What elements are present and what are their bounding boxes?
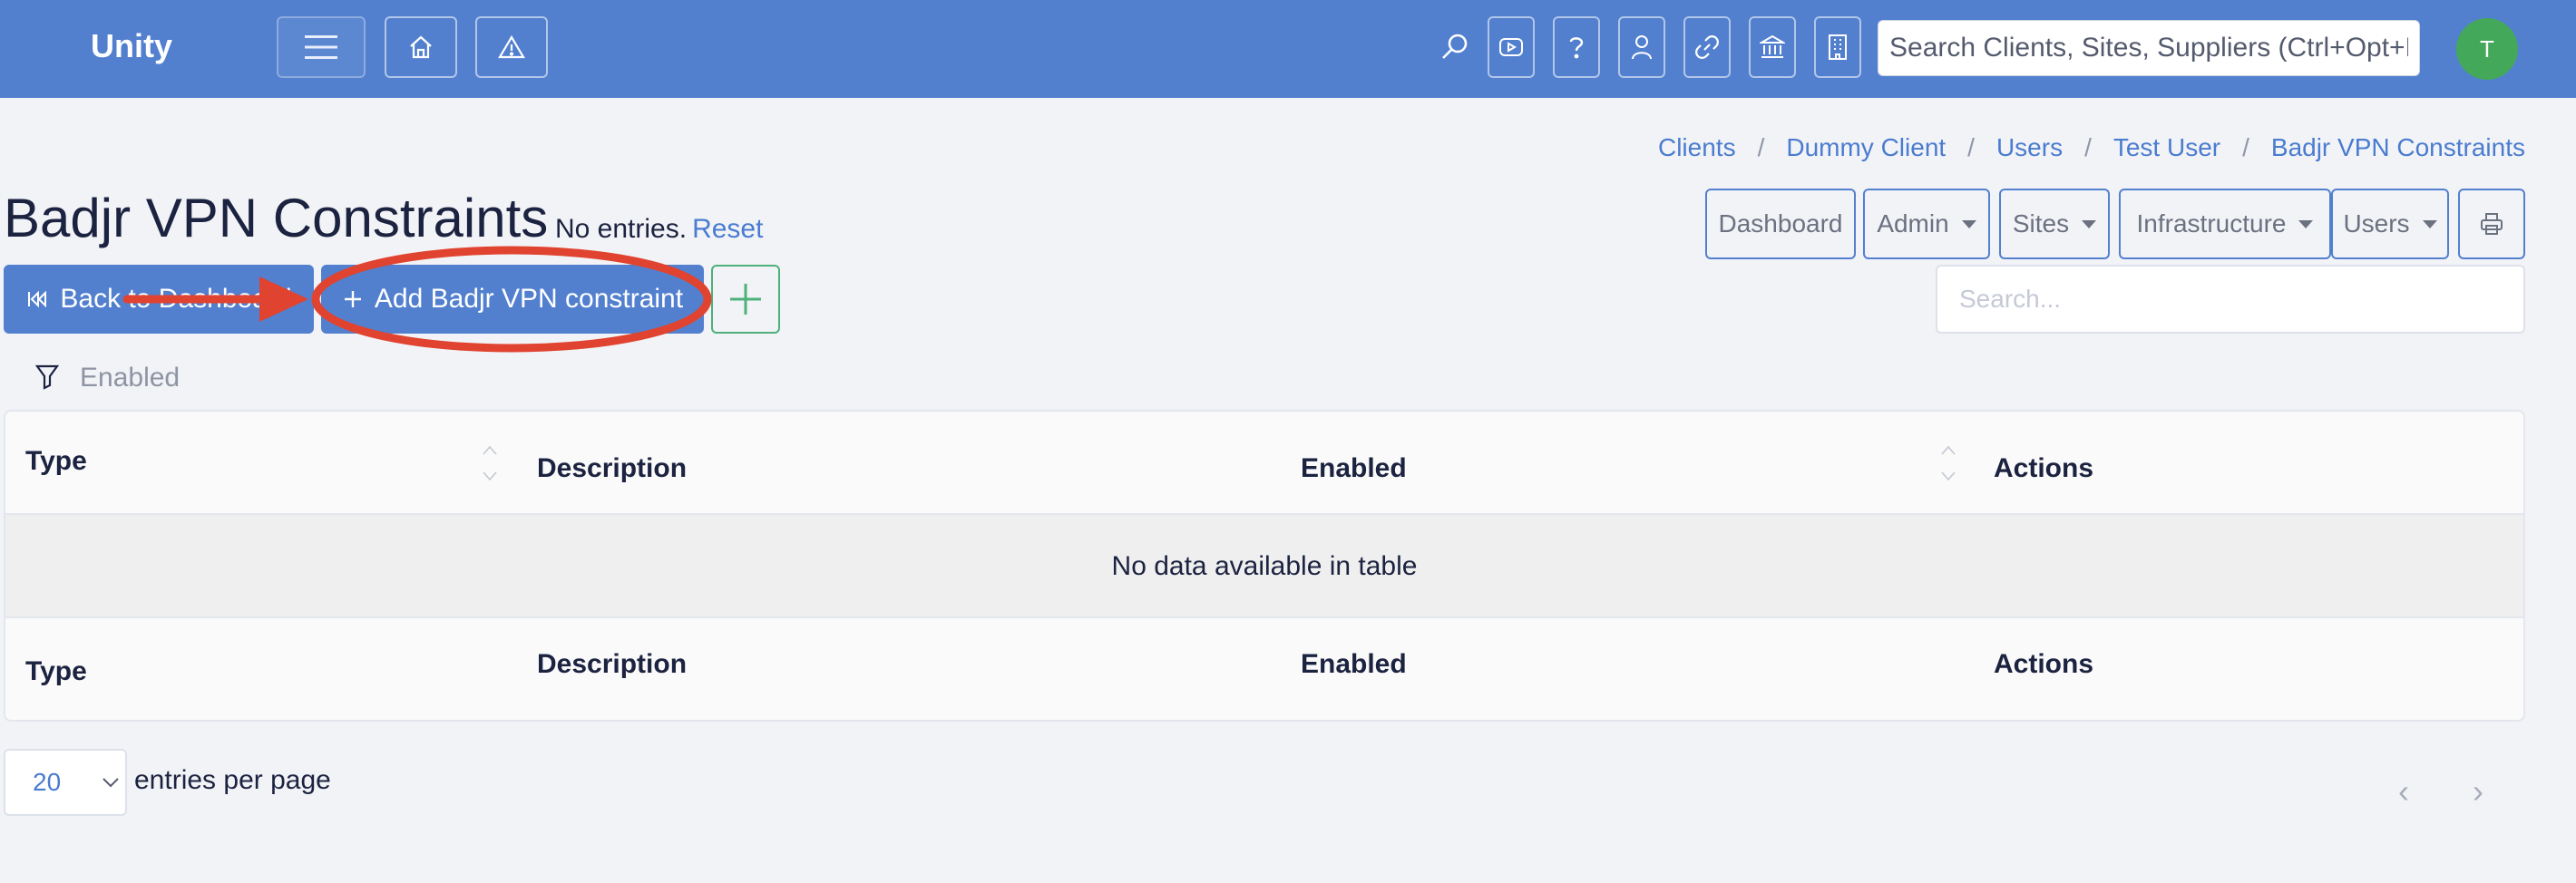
breadcrumb-users[interactable]: Users bbox=[1996, 133, 2063, 162]
video-button[interactable] bbox=[1488, 16, 1535, 78]
help-button[interactable] bbox=[1553, 16, 1600, 78]
breadcrumb-client[interactable]: Dummy Client bbox=[1786, 133, 1946, 162]
home-icon bbox=[410, 35, 432, 59]
warning-icon bbox=[498, 34, 525, 59]
infrastructure-label: Infrastructure bbox=[2136, 209, 2287, 238]
entries-note: No entries. Reset bbox=[555, 214, 763, 245]
reset-link[interactable]: Reset bbox=[692, 214, 763, 244]
column-header-type[interactable]: Type bbox=[25, 446, 87, 477]
person-icon bbox=[1632, 35, 1652, 60]
breadcrumb-separator: / bbox=[2084, 133, 2092, 161]
filter-icon[interactable] bbox=[34, 363, 60, 390]
breadcrumb: Clients / Dummy Client / Users / Test Us… bbox=[1658, 133, 2525, 162]
chevron-down-icon bbox=[102, 778, 119, 788]
dashboard-label: Dashboard bbox=[1718, 209, 1843, 238]
top-navbar: Unity Search Clients, Sites, Suppliers (… bbox=[0, 0, 2576, 98]
breadcrumb-separator: / bbox=[2242, 133, 2249, 161]
sort-icon[interactable] bbox=[481, 442, 499, 484]
quick-add-button[interactable] bbox=[711, 265, 780, 334]
filter-enabled-label[interactable]: Enabled bbox=[80, 363, 180, 393]
caret-down-icon bbox=[1961, 219, 1976, 228]
previous-page-button[interactable]: ‹ bbox=[2398, 772, 2409, 810]
brand-logo[interactable]: Unity bbox=[91, 27, 172, 65]
footer-header-enabled: Enabled bbox=[1301, 649, 1407, 679]
caret-down-icon bbox=[2422, 219, 2437, 228]
add-label: Add Badjr VPN constraint bbox=[374, 284, 684, 314]
profile-button[interactable] bbox=[1618, 16, 1665, 78]
printer-icon bbox=[2481, 213, 2503, 235]
users-dropdown[interactable]: Users bbox=[2331, 189, 2449, 259]
plus-icon bbox=[730, 284, 761, 315]
bank-icon bbox=[1760, 34, 1785, 58]
building-icon bbox=[1829, 34, 1847, 60]
breadcrumb-current[interactable]: Badjr VPN Constraints bbox=[2271, 133, 2525, 162]
home-button[interactable] bbox=[385, 16, 457, 78]
print-button[interactable] bbox=[2458, 189, 2525, 259]
breadcrumb-clients[interactable]: Clients bbox=[1658, 133, 1736, 162]
rewind-icon bbox=[28, 290, 47, 308]
menu-toggle-button[interactable] bbox=[277, 16, 366, 78]
admin-label: Admin bbox=[1877, 209, 1949, 238]
link-icon bbox=[1695, 35, 1719, 59]
links-button[interactable] bbox=[1683, 16, 1731, 78]
avatar[interactable]: T bbox=[2456, 18, 2518, 80]
column-header-enabled[interactable]: Enabled bbox=[1301, 453, 1407, 484]
table-footer: Type Description Enabled Actions bbox=[5, 618, 2523, 720]
dashboard-button[interactable]: Dashboard bbox=[1705, 189, 1856, 259]
admin-dropdown[interactable]: Admin bbox=[1863, 189, 1990, 259]
question-icon bbox=[1569, 37, 1584, 59]
footer-header-actions: Actions bbox=[1994, 649, 2094, 679]
plus-icon bbox=[344, 291, 361, 307]
search-icon[interactable] bbox=[1439, 31, 1471, 63]
footer-header-type: Type bbox=[25, 656, 87, 686]
sort-icon[interactable] bbox=[1939, 442, 1957, 484]
back-label: Back to Dashboard bbox=[60, 284, 292, 314]
sites-dropdown[interactable]: Sites bbox=[1999, 189, 2110, 259]
page-title: Badjr VPN Constraints bbox=[4, 188, 549, 248]
video-icon bbox=[1499, 38, 1523, 56]
global-search-input[interactable] bbox=[1878, 20, 2420, 76]
add-vpn-constraint-button[interactable]: Add Badjr VPN constraint bbox=[321, 265, 704, 334]
hamburger-icon bbox=[305, 35, 337, 59]
footer-header-description: Description bbox=[537, 649, 688, 679]
column-header-actions: Actions bbox=[1994, 453, 2094, 483]
page-size-value: 20 bbox=[33, 768, 62, 796]
breadcrumb-user[interactable]: Test User bbox=[2113, 133, 2220, 162]
back-to-dashboard-button[interactable]: Back to Dashboard bbox=[4, 265, 314, 334]
users-label: Users bbox=[2343, 209, 2410, 238]
table-search-input[interactable] bbox=[1936, 265, 2525, 334]
next-page-button[interactable]: › bbox=[2473, 772, 2483, 810]
column-header-description[interactable]: Description bbox=[537, 453, 687, 484]
building-button[interactable] bbox=[1814, 16, 1861, 78]
bank-button[interactable] bbox=[1749, 16, 1796, 78]
table-header: Type Description Enabled Actions bbox=[5, 412, 2523, 515]
empty-table-message: No data available in table bbox=[1111, 551, 1418, 581]
breadcrumb-separator: / bbox=[1967, 133, 1975, 161]
entries-per-page-label: entries per page bbox=[134, 765, 331, 795]
constraints-table: Type Description Enabled Actions No data… bbox=[4, 410, 2525, 722]
table-empty-row: No data available in table bbox=[5, 515, 2523, 618]
caret-down-icon bbox=[2082, 219, 2097, 228]
breadcrumb-separator: / bbox=[1757, 133, 1765, 161]
no-entries-text: No entries. bbox=[555, 214, 688, 244]
sites-label: Sites bbox=[2012, 209, 2070, 238]
caret-down-icon bbox=[2298, 219, 2314, 228]
infrastructure-dropdown[interactable]: Infrastructure bbox=[2119, 189, 2331, 259]
alerts-button[interactable] bbox=[475, 16, 548, 78]
